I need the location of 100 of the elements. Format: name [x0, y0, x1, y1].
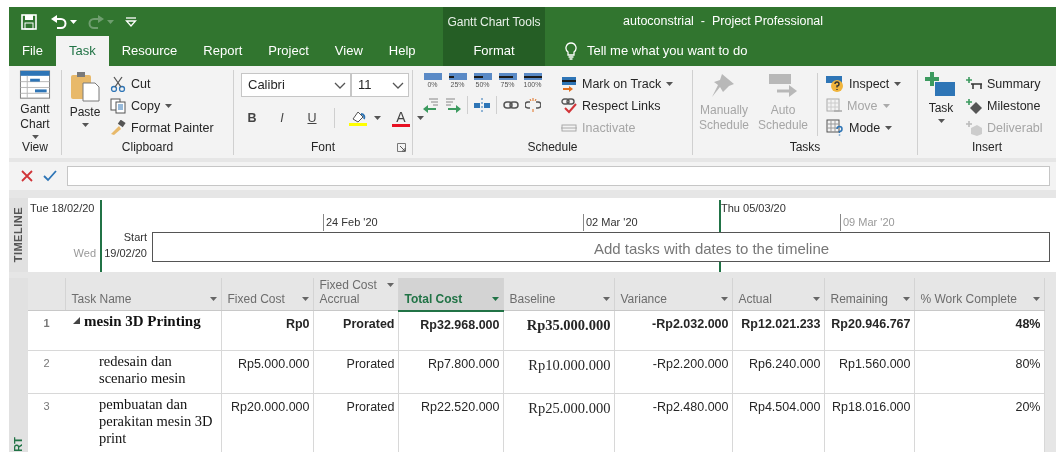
- dialog-launcher-icon[interactable]: [397, 143, 406, 152]
- collapse-icon[interactable]: [73, 317, 80, 324]
- group-label: Tasks: [789, 140, 821, 154]
- timeline-finish-date: Thu 05/03/20: [721, 201, 786, 216]
- undo-icon[interactable]: [51, 14, 67, 29]
- deliverable-icon: [966, 120, 982, 136]
- progress-bar-icon: [522, 73, 543, 81]
- group-label: View: [22, 140, 48, 154]
- add-task-icon: [925, 70, 957, 98]
- task-name[interactable]: pembuatan dan perakitan mesin 3D print: [99, 395, 213, 447]
- ribbon-tab[interactable]: Report: [190, 36, 256, 66]
- inspect-button[interactable]: Inspect: [824, 73, 904, 95]
- column-header[interactable]: Task Name: [65, 278, 221, 311]
- lightbulb-icon: [565, 42, 577, 60]
- ribbon-tab[interactable]: Help: [375, 36, 429, 66]
- table-cell: Prorated: [313, 310, 398, 351]
- table-cell: -Rp2.480.000: [614, 393, 732, 452]
- caret-icon: [301, 297, 309, 301]
- split-task-icon: [474, 97, 490, 113]
- table-cell: Rp25.000.000: [503, 393, 614, 452]
- font-name-field[interactable]: Calibri: [241, 73, 351, 97]
- timescale-label: 09 Mar '20: [840, 214, 895, 231]
- respect-links-button[interactable]: Respect Links: [559, 95, 676, 117]
- ribbon-tab[interactable]: Project: [255, 36, 322, 66]
- tell-me-field[interactable]: Tell me what you want to do: [587, 41, 748, 61]
- column-header[interactable]: Fixed Cost: [221, 278, 313, 311]
- format-painter-button[interactable]: Format Painter: [108, 117, 216, 139]
- mode-button[interactable]: Mode: [824, 117, 904, 139]
- timeline-bar[interactable]: Add tasks with dates to the timeline: [152, 232, 1050, 262]
- row-number: 3: [43, 399, 50, 412]
- caret-icon[interactable]: [70, 19, 77, 24]
- cut-button[interactable]: Cut: [108, 73, 216, 95]
- column-header[interactable]: Total Cost: [398, 278, 503, 311]
- ribbon-tab[interactable]: Resource: [108, 36, 191, 66]
- task-name[interactable]: mesin 3D Printing: [84, 313, 201, 330]
- paintbrush-icon: [110, 120, 126, 136]
- caret-icon: [491, 296, 499, 301]
- caret-icon: [602, 297, 610, 301]
- chevron-icon: [392, 81, 404, 89]
- summary-button[interactable]: Summary: [964, 73, 1045, 95]
- table-cell: 80%: [914, 350, 1044, 394]
- italic-button[interactable]: I: [271, 106, 293, 130]
- gantt-chart-button[interactable]: Gantt Chart: [12, 70, 58, 139]
- start-day: Wed: [73, 245, 96, 262]
- font-color-button[interactable]: A: [389, 106, 413, 130]
- caret-icon: [812, 297, 820, 301]
- table-cell: Rp6.240.000: [732, 350, 824, 394]
- ribbon-tab[interactable]: File: [9, 36, 56, 66]
- clipboard-icon: [69, 70, 101, 102]
- task-name[interactable]: redesain dan scenario mesin: [99, 353, 213, 387]
- window-title: autoconstrial - Project Professional: [623, 13, 824, 31]
- timescale-label: 02 Mar '20: [583, 214, 638, 231]
- bold-button[interactable]: B: [241, 106, 263, 130]
- column-header[interactable]: % Work Complete: [914, 278, 1044, 311]
- timeline-placeholder: Add tasks with dates to the timeline: [594, 239, 830, 259]
- gantt-chart-icon: [19, 70, 51, 100]
- column-header[interactable]: Baseline: [503, 278, 614, 311]
- table-cell: 48%: [914, 310, 1044, 351]
- table-cell: Rp32.968.000: [398, 310, 503, 351]
- timeline-start-date: Tue 18/02/20: [30, 201, 95, 216]
- check-icon[interactable]: [43, 170, 57, 182]
- table-cell: Rp0: [221, 310, 313, 351]
- row-number: 2: [43, 357, 50, 369]
- ribbon-tab[interactable]: Task: [55, 36, 109, 66]
- font-size-field[interactable]: 11: [351, 73, 409, 97]
- milestone-button[interactable]: Milestone: [964, 95, 1045, 117]
- unlink-icon: [525, 97, 541, 113]
- customize-icon[interactable]: [125, 16, 137, 27]
- task-button[interactable]: Task: [921, 70, 961, 139]
- table-cell: Prorated: [313, 350, 398, 394]
- table-cell: Rp12.021.233: [732, 310, 824, 351]
- paste-button[interactable]: Paste: [65, 70, 105, 139]
- row-number: 1: [43, 317, 50, 329]
- underline-button[interactable]: U: [301, 106, 323, 130]
- progress-bar-icon: [472, 73, 493, 81]
- ribbon-tab[interactable]: View: [321, 36, 376, 66]
- column-header[interactable]: Fixed Cost Accrual: [313, 278, 398, 311]
- timeline-label: TIMELINE: [11, 207, 26, 263]
- caret-icon: [902, 297, 910, 301]
- group-label: Insert: [972, 140, 1002, 154]
- save-icon[interactable]: [21, 13, 37, 30]
- entry-field[interactable]: [67, 166, 1050, 186]
- summary-icon: [966, 76, 982, 92]
- copy-button[interactable]: Copy: [108, 95, 216, 117]
- ribbon-tab[interactable]: Format: [443, 36, 545, 66]
- view-bar-label: RT: [11, 437, 26, 452]
- cancel-icon[interactable]: [21, 170, 33, 182]
- milestone-icon: [966, 98, 982, 114]
- table-cell: Rp7.800.000: [398, 350, 503, 394]
- table-cell: Rp20.946.767: [824, 310, 914, 351]
- mark-on-track-button[interactable]: Mark on Track: [559, 73, 676, 95]
- progress-bar-icon: [422, 73, 443, 81]
- link-check-icon: [561, 98, 577, 114]
- column-header[interactable]: Actual: [732, 278, 824, 311]
- timescale-label: 24 Feb '20: [323, 214, 378, 231]
- table-cell: Rp1.560.000: [824, 350, 914, 394]
- column-header[interactable]: Remaining: [824, 278, 914, 311]
- table-cell: 20%: [914, 393, 1044, 452]
- caret-icon: [386, 283, 394, 287]
- column-header[interactable]: Variance: [614, 278, 732, 311]
